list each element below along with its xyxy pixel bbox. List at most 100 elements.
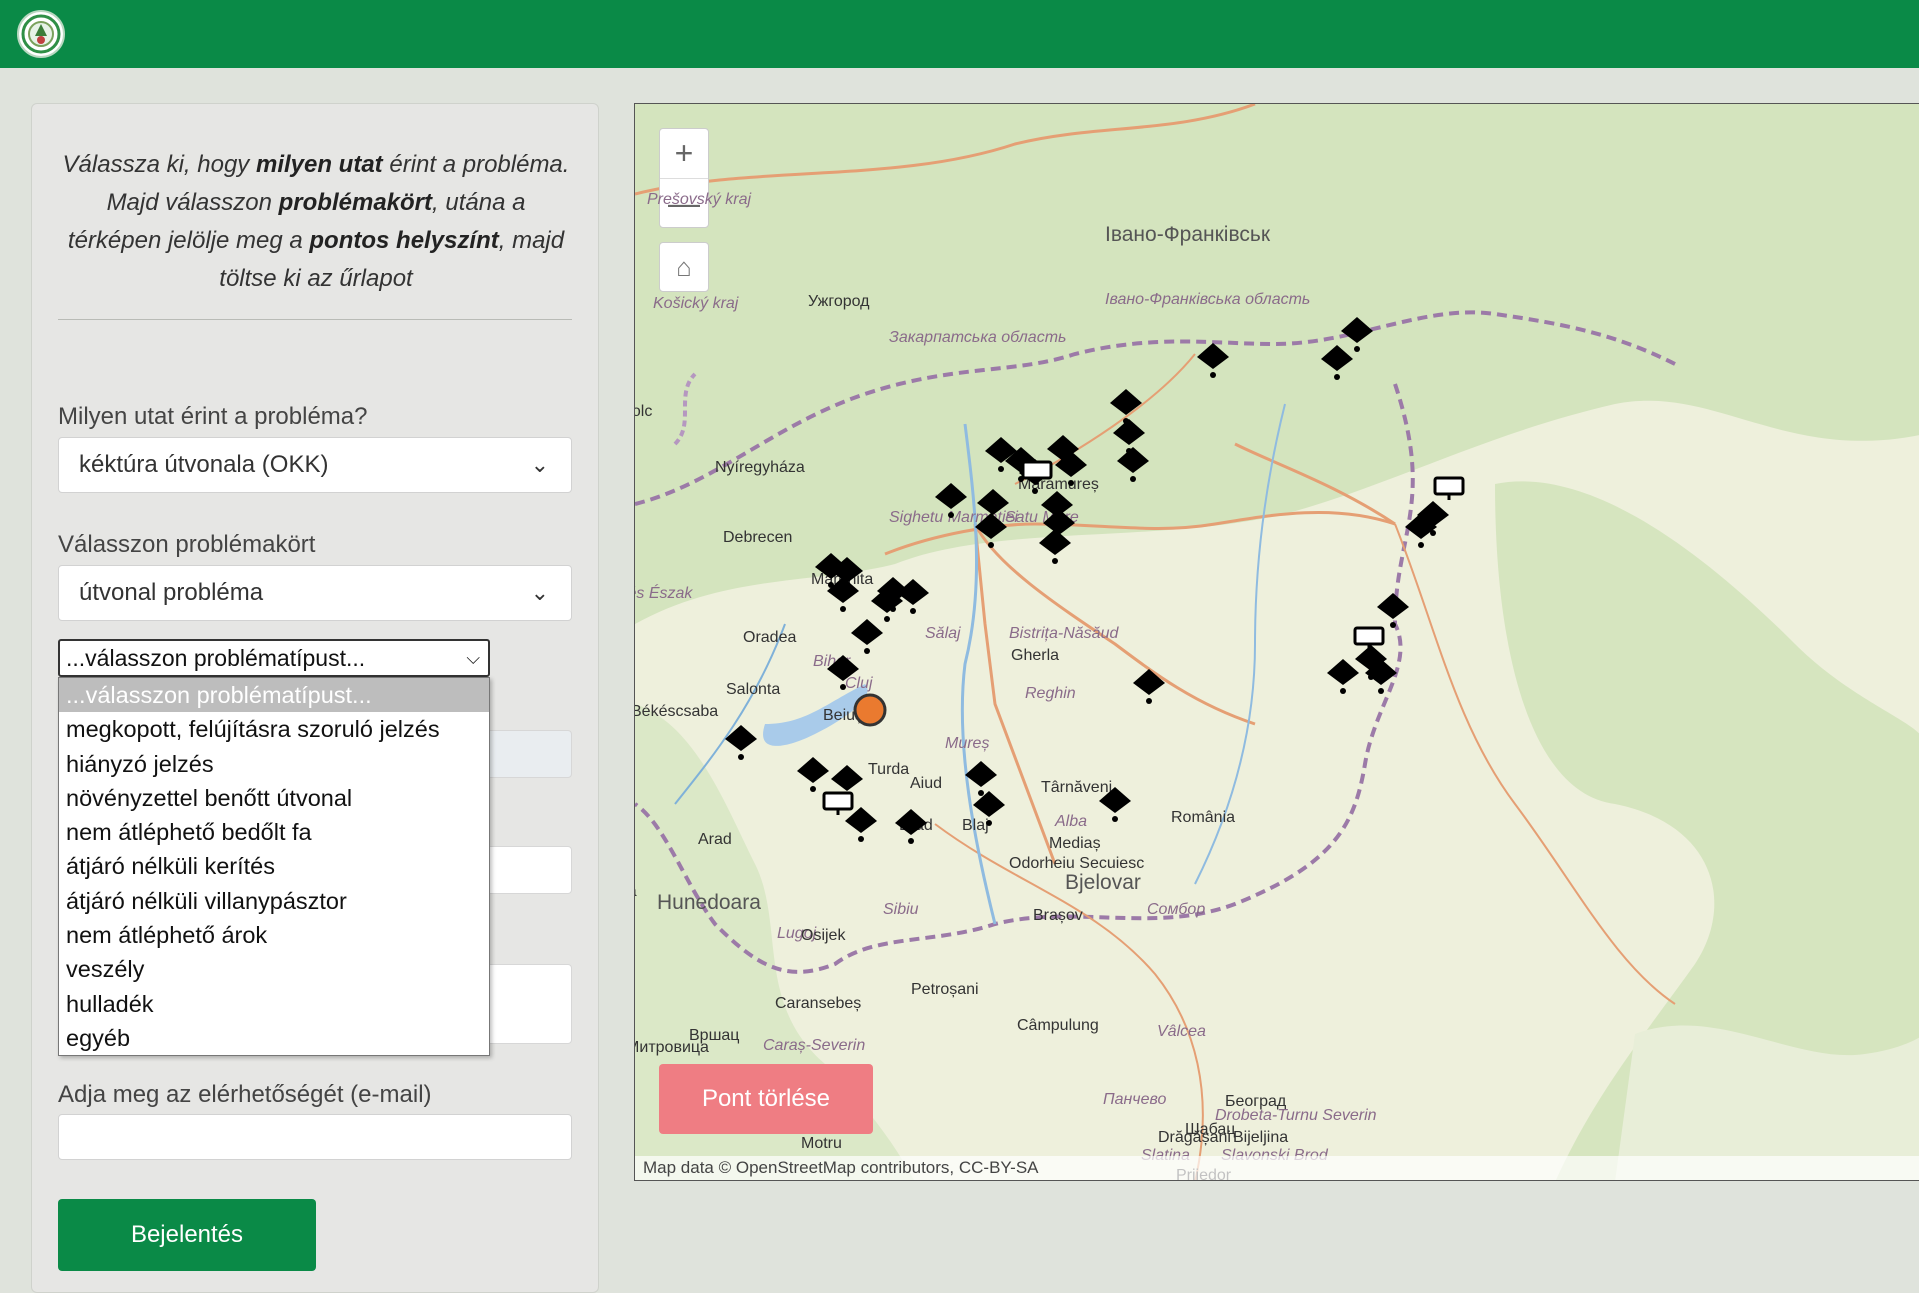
dropdown-option[interactable]: megkopott, felújításra szoruló jelzés (59, 712, 489, 746)
dropdown-option[interactable]: nem átléphető bedőlt fa (59, 815, 489, 849)
map-label: Miskolc (635, 403, 653, 420)
map-attribution: Map data © OpenStreetMap contributors, C… (635, 1156, 1919, 1180)
road-select-value: kéktúra útvonala (OKK) (79, 451, 329, 478)
map-label: Salonta (726, 681, 781, 698)
map-label: Câmpulung (1017, 1017, 1099, 1034)
dropdown-option[interactable]: nem átléphető árok (59, 918, 489, 952)
map-label: Сомбор (1147, 901, 1206, 918)
map-label: Mediaș (1049, 835, 1101, 852)
category-select-value: útvonal probléma (79, 579, 264, 606)
report-marker-outline-icon[interactable] (1019, 456, 1055, 486)
map-label: Alföld és Észak (635, 585, 693, 602)
form-intro: Válassza ki, hogy milyen utat érint a pr… (62, 151, 570, 292)
map-label: Івано-Франківська область (1105, 291, 1311, 308)
map-label: Osijek (801, 927, 846, 944)
report-marker-outline-icon[interactable] (1431, 472, 1467, 502)
report-marker-icon[interactable] (847, 615, 887, 655)
report-marker-icon[interactable] (1051, 447, 1091, 487)
email-field[interactable] (58, 1114, 572, 1160)
map-label: Nyíregyháza (715, 459, 805, 476)
map-label: Gherla (1011, 647, 1060, 664)
map-label: Bjelovar (1065, 871, 1141, 894)
map-label: Vâlcea (1157, 1023, 1206, 1040)
map-label: Turda (868, 761, 910, 778)
road-label: Milyen utat érint a probléma? (58, 403, 368, 430)
report-marker-icon[interactable] (1035, 525, 1075, 565)
report-marker-icon[interactable] (971, 509, 1011, 549)
report-marker-icon[interactable] (823, 573, 863, 613)
dropdown-option[interactable]: hulladék (59, 987, 489, 1021)
dropdown-option[interactable]: ...válasszon problématípust... (59, 678, 489, 713)
map-label: Івано-Франківськ (1105, 223, 1271, 246)
dropdown-option[interactable]: egyéb (59, 1021, 489, 1055)
map-label: Alba (1055, 813, 1088, 830)
report-marker-outline-icon[interactable] (820, 787, 856, 817)
selected-point-marker[interactable] (850, 690, 890, 730)
map-label: Ужгород (808, 293, 870, 310)
report-marker-icon[interactable] (1317, 341, 1357, 381)
map-label: Панчево (1103, 1091, 1167, 1108)
map-label: Mureș (945, 735, 990, 752)
chevron-down-icon: ⌵ (466, 648, 480, 668)
map-label: Petroșani (911, 981, 979, 998)
category-select[interactable]: útvonal probléma ⌄ (58, 565, 572, 621)
dropdown-option[interactable]: hiányzó jelzés (59, 747, 489, 781)
road-select[interactable]: kéktúra útvonala (OKK) ⌄ (58, 437, 572, 493)
map-label: Košický kraj (653, 295, 739, 312)
map-label: Brașov (1033, 907, 1083, 924)
map-label: Debrecen (723, 529, 793, 546)
map-label: Timișoara (635, 883, 637, 901)
map-label: Motru (801, 1135, 842, 1152)
dropdown-option[interactable]: átjáró nélküli villanypásztor (59, 884, 489, 918)
divider (58, 319, 572, 320)
report-marker-icon[interactable] (1193, 339, 1233, 379)
report-marker-icon[interactable] (891, 805, 931, 845)
report-marker-icon[interactable] (1413, 497, 1453, 537)
home-icon[interactable]: ⌂ (659, 242, 709, 292)
report-marker-icon[interactable] (1361, 655, 1401, 695)
map-label: România (1171, 809, 1236, 826)
hidden-field[interactable] (480, 846, 572, 894)
problem-type-select[interactable]: ...válasszon problématípust... ⌵ (58, 639, 490, 677)
map-label: Aiud (910, 775, 943, 792)
category-label: Válasszon problémakört (58, 531, 316, 558)
map-label: Hunedoara (657, 891, 761, 914)
map-base (635, 104, 1919, 1180)
map-label: Caransebeș (775, 995, 862, 1012)
map-label: Bijeljina (1233, 1129, 1289, 1146)
chevron-down-icon: ⌄ (530, 580, 549, 605)
report-marker-outline-icon[interactable] (1351, 622, 1387, 652)
chevron-down-icon: ⌄ (530, 452, 549, 477)
map-label: Caraș-Severin (763, 1037, 866, 1054)
dropdown-option[interactable]: átjáró nélküli kerítés (59, 849, 489, 883)
zoom-control: + — (659, 128, 709, 228)
map[interactable]: + — ⌂ Nowy SączŽilinaŽilinský krajPrešov… (634, 103, 1919, 1181)
description-textarea[interactable] (480, 964, 572, 1044)
map-label: Drobeta-Turnu Severin (1215, 1107, 1377, 1124)
problem-type-dropdown: ...válasszon problématípust... megkopott… (58, 677, 490, 1056)
zoom-in-button[interactable]: + (660, 129, 708, 178)
report-marker-icon[interactable] (1095, 783, 1135, 823)
report-marker-icon[interactable] (931, 479, 971, 519)
dropdown-option[interactable]: növényzettel benőtt útvonal (59, 781, 489, 815)
report-marker-icon[interactable] (721, 721, 761, 761)
hidden-field[interactable] (480, 730, 572, 778)
map-label: Шабац (1185, 1121, 1236, 1138)
report-marker-icon[interactable] (1113, 443, 1153, 483)
report-marker-icon[interactable] (823, 651, 863, 691)
delete-point-button[interactable]: Pont törlése (659, 1064, 873, 1134)
map-label: Békéscsaba (634, 703, 719, 720)
map-label: Сремска Митровица (634, 1039, 709, 1056)
map-label: Oradea (743, 629, 797, 646)
submit-button[interactable]: Bejelentés (58, 1199, 316, 1271)
problem-type-value: ...válasszon problématípust... (66, 645, 366, 671)
dropdown-option[interactable]: veszély (59, 952, 489, 986)
report-marker-icon[interactable] (1129, 665, 1169, 705)
logo-icon[interactable] (17, 10, 65, 58)
report-marker-icon[interactable] (969, 787, 1009, 827)
map-label: Bistrița-Năsăud (1009, 625, 1119, 642)
map-label: Prešovský kraj (647, 191, 752, 208)
email-label: Adja meg az elérhetőségét (e-mail) (58, 1081, 432, 1108)
map-label: Sălaj (925, 625, 961, 642)
map-label: Reghin (1025, 685, 1076, 702)
